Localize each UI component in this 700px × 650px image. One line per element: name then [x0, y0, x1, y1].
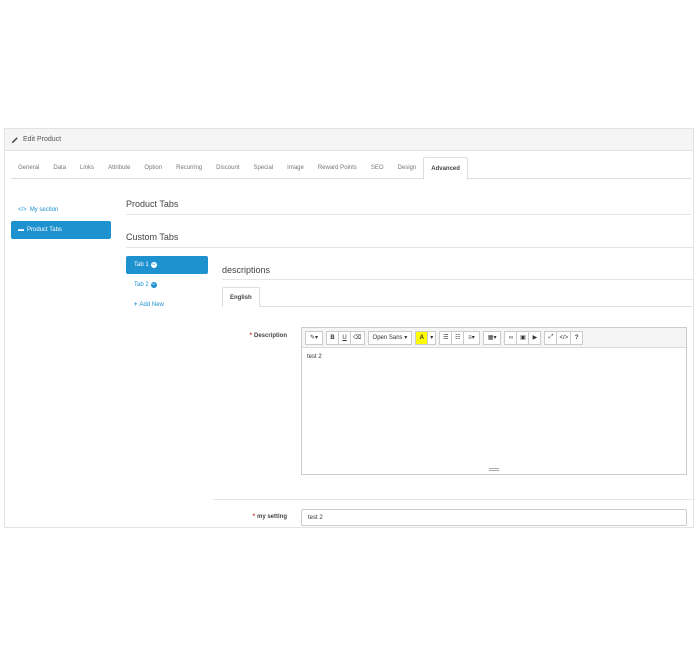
eraser-icon[interactable]: ⌫	[350, 330, 365, 345]
add-new-tab-button[interactable]: + Add New	[126, 296, 208, 314]
editor-toolbar: ✎▾ B U ⌫ Open Sans ▾ A ▾ ☰ ☷ ≡▾ ▦▾ ∞ ▣ ▶…	[302, 328, 686, 348]
remove-tab-icon[interactable]: −	[150, 282, 157, 288]
tab-seo[interactable]: SEO	[364, 157, 391, 179]
custom-tabs-title: Custom Tabs	[126, 232, 179, 242]
custom-tab-2[interactable]: Tab 2 −	[126, 276, 208, 294]
edit-product-panel: Edit Product General Data Links Attribut…	[4, 128, 695, 528]
description-label: * Description	[249, 333, 287, 339]
product-tabs-title: Product Tabs	[126, 199, 179, 209]
help-icon[interactable]: ?	[570, 330, 584, 345]
tab-attribute[interactable]: Attribute	[101, 157, 137, 179]
video-icon[interactable]: ▶	[528, 330, 542, 345]
tab-general[interactable]: General	[11, 157, 46, 179]
custom-tabs-list: Tab 1 − Tab 2 − + Add New	[126, 256, 208, 314]
nav-item-product-tabs[interactable]: ▬ Product Tabs	[11, 221, 111, 239]
tab-option[interactable]: Option	[137, 157, 169, 179]
nav-item-my-section[interactable]: </> My section	[11, 201, 111, 219]
tab-discount[interactable]: Discount	[209, 157, 246, 179]
my-setting-input[interactable]: test 2	[301, 509, 687, 526]
descriptions-title: descriptions	[222, 265, 271, 275]
editor-content[interactable]: test 2	[302, 348, 686, 466]
app-root: Edit Product General Data Links Attribut…	[0, 0, 700, 650]
custom-tab-label: Tab 2	[134, 282, 149, 288]
tab-reward-points[interactable]: Reward Points	[311, 157, 364, 179]
font-family-select[interactable]: Open Sans ▾	[367, 330, 413, 345]
code-view-icon[interactable]: </>	[556, 330, 572, 345]
tab-design[interactable]: Design	[391, 157, 424, 179]
description-editor: ✎▾ B U ⌫ Open Sans ▾ A ▾ ☰ ☷ ≡▾ ▦▾ ∞ ▣ ▶…	[301, 327, 687, 475]
magic-wand-icon[interactable]: ✎▾	[305, 330, 324, 345]
panel-heading: Edit Product	[5, 129, 693, 151]
tab-data[interactable]: Data	[46, 157, 73, 179]
nav-item-label: My section	[29, 207, 59, 213]
tab-english[interactable]: English	[222, 287, 260, 307]
paragraph-align-icon[interactable]: ≡▾	[463, 330, 480, 345]
tab-recurring[interactable]: Recurring	[169, 157, 209, 179]
tab-image[interactable]: Image	[280, 157, 311, 179]
tab-advanced[interactable]: Advanced	[423, 157, 468, 180]
code-icon: </>	[18, 207, 27, 213]
tab-special[interactable]: Special	[246, 157, 280, 179]
language-tabs: English	[222, 287, 692, 307]
tab-links[interactable]: Links	[73, 157, 101, 179]
chevron-down-icon[interactable]: ▾	[427, 330, 437, 345]
pencil-icon	[11, 136, 18, 143]
panel-title: Edit Product	[23, 136, 62, 143]
card-icon: ▬	[18, 227, 24, 233]
divider	[213, 499, 695, 500]
my-setting-label: * my setting	[252, 514, 287, 520]
nav-item-label: Product Tabs	[27, 227, 62, 233]
custom-tab-label: Tab 1	[134, 262, 149, 268]
add-new-label: Add New	[139, 302, 164, 308]
required-marker: *	[252, 514, 255, 520]
custom-tab-1[interactable]: Tab 1 −	[126, 256, 208, 274]
divider	[126, 214, 691, 215]
left-nav: </> My section ▬ Product Tabs	[11, 201, 111, 241]
divider	[222, 279, 693, 280]
remove-tab-icon[interactable]: −	[150, 262, 157, 268]
required-marker: *	[249, 333, 252, 339]
resize-handle[interactable]	[302, 468, 686, 472]
divider	[126, 247, 693, 248]
plus-icon: +	[134, 302, 138, 308]
product-tabs-bar: General Data Links Attribute Option Recu…	[11, 157, 691, 180]
table-icon[interactable]: ▦▾	[482, 330, 502, 345]
